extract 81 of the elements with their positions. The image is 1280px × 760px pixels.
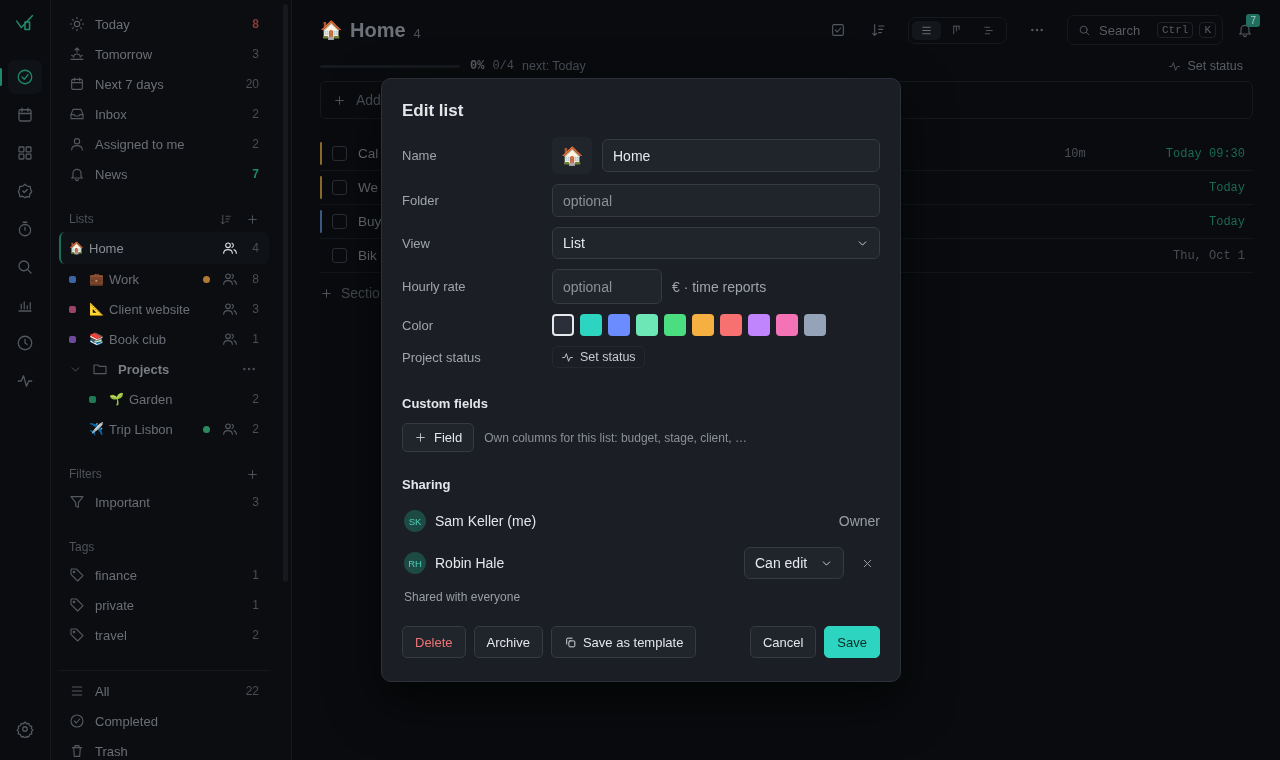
item-count: 4: [252, 241, 259, 255]
item-label: Assigned to me: [95, 136, 186, 152]
field-hint: Own columns for this list: budget, stage, client, …: [484, 430, 747, 445]
progress-percent: 0%: [470, 59, 485, 73]
item-count: 2: [252, 107, 259, 121]
item-count: 22: [245, 684, 259, 698]
field-label: Project status: [402, 349, 482, 365]
item-label: Inbox: [95, 106, 128, 122]
list-emoji: 📐: [89, 302, 104, 316]
list-name: Work: [109, 271, 141, 287]
section-heading: Tags: [69, 540, 95, 554]
item-label: travel: [95, 627, 128, 643]
avatar: RH: [404, 552, 426, 574]
due-date: Today: [1209, 214, 1245, 229]
field-label: Color: [402, 317, 435, 333]
field-label: View: [402, 235, 431, 251]
section-heading: Sharing: [402, 477, 452, 492]
field-label: Name: [402, 148, 438, 163]
item-count: 2: [252, 137, 259, 151]
list-emoji: ✈: [89, 422, 104, 436]
item-count: 3: [252, 495, 259, 509]
task-title: Cal: [358, 146, 379, 161]
item-label: Completed: [95, 713, 159, 729]
member-role: Owner: [838, 513, 880, 529]
sharing-note: Shared with everyone: [404, 590, 522, 604]
due-date: Thu, Oct 1: [1173, 248, 1245, 263]
item-count: 2: [252, 392, 259, 406]
list-emoji: 🏠: [320, 19, 342, 41]
next-due: next: Today: [522, 59, 586, 73]
item-count: 8: [252, 17, 259, 31]
list-emoji: 📚: [89, 332, 104, 346]
item-count: 7: [252, 167, 259, 181]
item-label: private: [95, 597, 136, 613]
member-name: Sam Keller (me): [435, 513, 537, 529]
item-count: 2: [252, 628, 259, 642]
item-label: All: [95, 683, 111, 699]
task-title: We: [358, 180, 378, 195]
task-title: Bik: [358, 248, 377, 263]
progress-count: 0/4: [492, 59, 514, 73]
list-emoji: 🌱: [109, 392, 124, 406]
item-label: News: [95, 166, 129, 182]
member-name: Robin Hale: [435, 555, 505, 571]
item-count: 8: [252, 272, 259, 286]
due-date: Today: [1209, 180, 1245, 195]
section-heading: Custom fields: [402, 396, 489, 411]
item-label: finance: [95, 567, 138, 583]
item-count: 20: [245, 77, 259, 91]
item-count: 3: [252, 302, 259, 316]
section-heading: Lists: [69, 212, 94, 226]
item-count: 1: [252, 598, 259, 612]
item-count: 2: [252, 422, 259, 436]
item-label: Next 7 days: [95, 76, 165, 92]
item-label: Today: [95, 16, 131, 32]
item-label: Trash: [95, 743, 129, 759]
task-duration: 10m: [1064, 146, 1086, 161]
task-count: 4: [413, 25, 421, 41]
list-emoji: 🏠: [69, 241, 84, 255]
due-date: Today 09:30: [1165, 146, 1245, 161]
list-emoji: 💼: [89, 272, 104, 286]
dialog-title: Edit list: [402, 101, 465, 121]
item-count: 3: [252, 47, 259, 61]
key-hint: K: [1199, 22, 1216, 38]
item-count: 1: [252, 332, 259, 346]
notification-badge: 7: [1246, 14, 1260, 27]
field-label: Hourly rate: [402, 279, 467, 294]
task-title: Buy: [358, 214, 382, 229]
folder-name: Projects: [118, 361, 171, 377]
field-hint: € · time reports: [672, 278, 767, 295]
section-heading: Filters: [69, 467, 102, 481]
list-name: Garden: [129, 391, 174, 407]
page-title: Home: [350, 18, 406, 42]
field-label: Folder: [402, 193, 440, 208]
list-name: Book club: [109, 331, 168, 347]
item-label: Important: [95, 494, 151, 510]
item-count: 1: [252, 568, 259, 582]
item-label: Tomorrow: [95, 46, 154, 62]
list-name: Trip Lisbon: [109, 421, 174, 437]
list-name: Home: [89, 240, 125, 256]
avatar: SK: [404, 510, 426, 532]
list-name: Client website: [109, 301, 191, 317]
key-hint: Ctrl: [1157, 22, 1194, 38]
